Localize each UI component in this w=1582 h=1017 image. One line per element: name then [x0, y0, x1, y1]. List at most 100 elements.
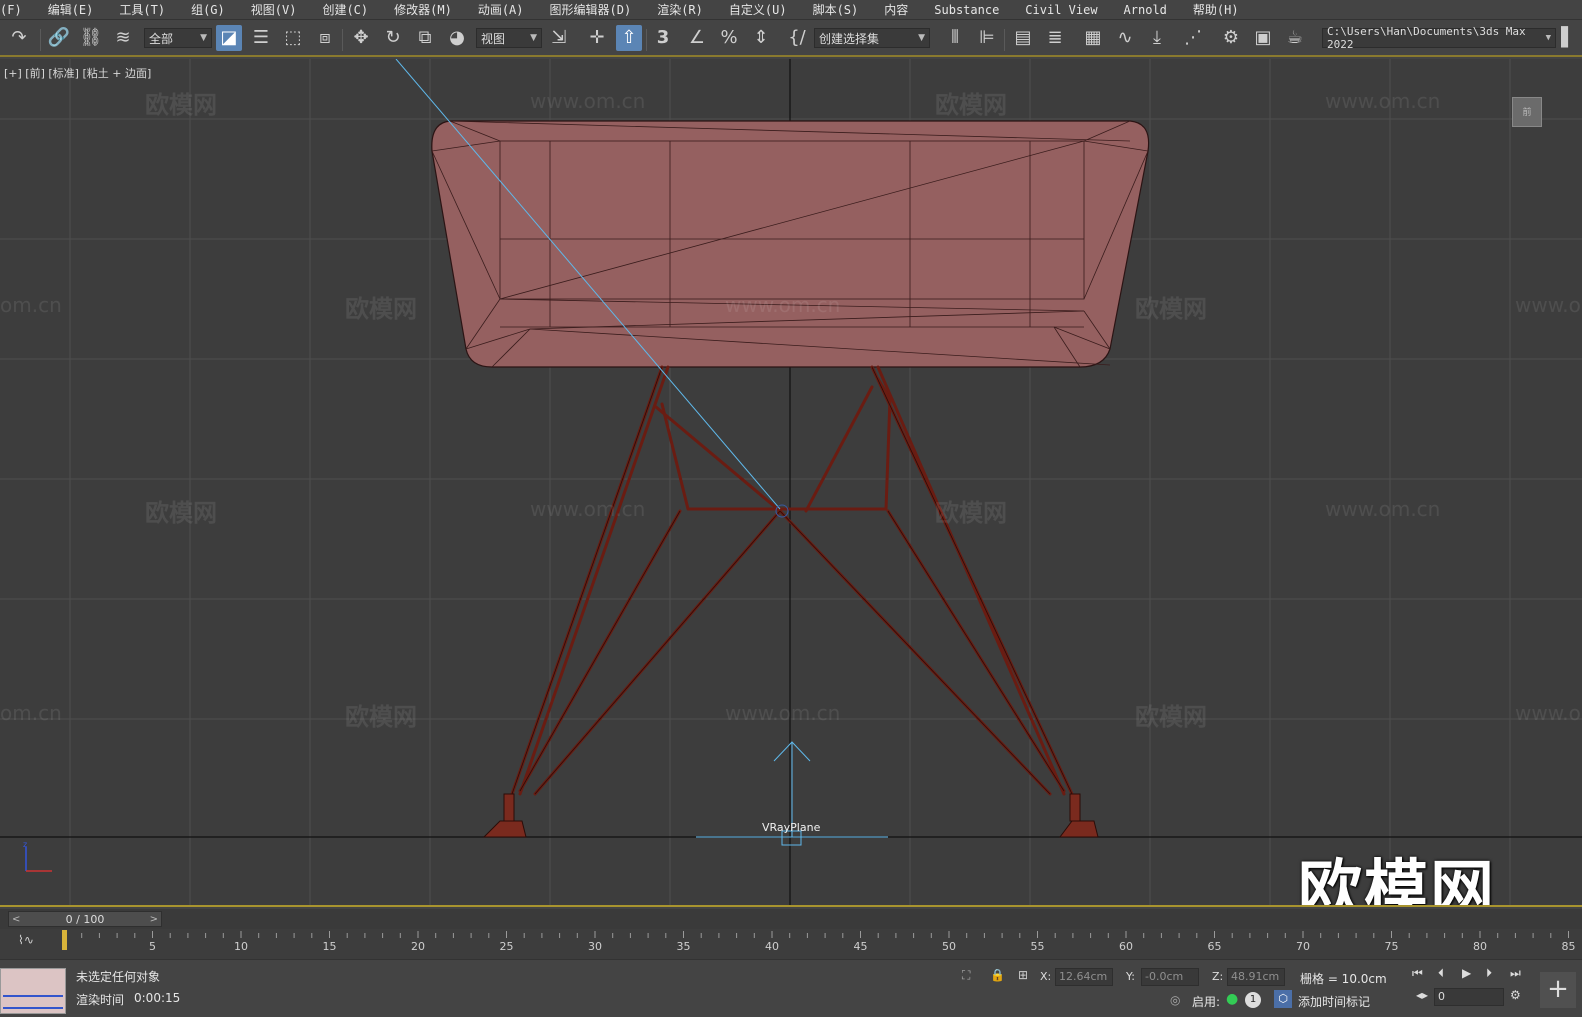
layers-icon[interactable]: ≣	[1042, 25, 1068, 51]
absolute-mode-icon[interactable]: ⊞	[1018, 968, 1028, 982]
next-frame-icon[interactable]: >	[150, 914, 158, 925]
schematic-view-icon[interactable]: ⋰	[1180, 25, 1206, 51]
menu-item[interactable]: 工具(T)	[106, 1, 178, 18]
toolbar-separator	[1004, 29, 1005, 51]
menu-item[interactable]: 内容	[871, 1, 921, 18]
project-path-dropdown[interactable]: C:\Users\Han\Documents\3ds Max 2022 ▼	[1322, 25, 1556, 51]
z-coordinate-field[interactable]: 48.91cm	[1227, 968, 1285, 986]
maxscript-mini-listener[interactable]	[0, 968, 66, 1014]
layer-explorer-icon[interactable]: ▤	[1010, 25, 1036, 51]
front-viewport[interactable]: z 欧模网 www.om.cn 欧模网 www.om.cn om.cn 欧模网 …	[0, 59, 1582, 907]
watermark-url: www.om.cn	[530, 89, 646, 113]
link-icon[interactable]: 🔗	[46, 25, 72, 51]
select-object-icon[interactable]: ◪	[216, 25, 242, 51]
menu-item[interactable]: 自定义(U)	[716, 1, 800, 18]
render-time-value: 0:00:15	[134, 991, 181, 1005]
time-slider[interactable]: < 0 / 100 >	[8, 911, 162, 927]
menu-item[interactable]: 修改器(M)	[381, 1, 465, 18]
play-icon[interactable]: ▶	[1462, 966, 1471, 980]
placement-icon[interactable]: ◕	[444, 25, 470, 51]
viewcube[interactable]: 前	[1512, 97, 1542, 127]
menu-item[interactable]: Civil View	[1012, 3, 1110, 17]
menu-item[interactable]: 动画(A)	[465, 1, 537, 18]
timeline-ticks: 5 10 15 20 25 30 35 40 45 50 55 60 65 70 75 80 85	[62, 930, 1576, 953]
menu-item[interactable]: 图形编辑器(D)	[537, 1, 645, 18]
spinner-snap-icon[interactable]: ⇕	[748, 25, 774, 51]
redo-icon[interactable]: ↷	[6, 25, 32, 51]
chevron-down-icon: ▼	[200, 33, 207, 43]
menu-item[interactable]: Arnold	[1111, 3, 1180, 17]
add-button[interactable]: +	[1540, 972, 1576, 1008]
timeline-tick-label: 15	[323, 940, 337, 953]
y-label: Y:	[1126, 970, 1135, 983]
time-tag-icon[interactable]: ⬡	[1274, 990, 1292, 1008]
timeline-tick-label: 30	[588, 940, 602, 953]
selection-filter-dropdown[interactable]: 全部 ▼	[144, 28, 212, 48]
window-crossing-icon[interactable]: ⧈	[312, 25, 338, 51]
menu-item[interactable]: Substance	[921, 3, 1012, 17]
isolate-selection-icon[interactable]: ⛶	[962, 968, 970, 983]
lock-icon[interactable]: 🔒	[990, 968, 1005, 982]
y-coordinate-field[interactable]: -0.0cm	[1141, 968, 1199, 986]
key-mode-icon[interactable]: ◂▸	[1416, 988, 1428, 1002]
previous-key-icon[interactable]: ⏴	[1438, 966, 1444, 981]
snaps-toggle-icon[interactable]: 3	[650, 25, 676, 51]
project-folder-icon[interactable]: ▌	[1558, 25, 1578, 51]
named-selection-dropdown[interactable]: 创建选择集 ▼	[814, 28, 930, 48]
watermark-url: om.cn	[0, 701, 62, 725]
next-key-icon[interactable]: ⏵	[1486, 966, 1492, 981]
rendered-frame-window-icon[interactable]: ▣	[1250, 25, 1276, 51]
curve-editor-icon[interactable]: ∿	[1112, 25, 1138, 51]
menu-item[interactable]: 渲染(R)	[644, 1, 716, 18]
select-by-name-icon[interactable]: ☰	[248, 25, 274, 51]
mirror-icon[interactable]: ⫴	[942, 25, 968, 51]
named-selection-value: 创建选择集	[819, 31, 880, 46]
render-setup-icon[interactable]: ⚙	[1218, 25, 1244, 51]
watermark-url: www.om.cn	[530, 497, 646, 521]
align-icon[interactable]: ⊫	[974, 25, 1000, 51]
timeline-tick-label: 60	[1119, 940, 1133, 953]
chevron-down-icon: ▼	[530, 33, 537, 43]
menu-item[interactable]: 创建(C)	[309, 1, 381, 18]
previous-frame-icon[interactable]: <	[12, 914, 20, 925]
unlink-icon[interactable]: ⛓	[78, 25, 104, 51]
chevron-down-icon: ▼	[918, 33, 925, 43]
watermark-brand: 欧模网	[345, 295, 417, 323]
angle-snap-icon[interactable]: ∠	[684, 25, 710, 51]
x-coordinate-field[interactable]: 12.64cm	[1055, 968, 1113, 986]
select-manipulate-icon[interactable]: ✛	[584, 25, 610, 51]
menu-item[interactable]: 视图(V)	[238, 1, 310, 18]
menu-item[interactable]: 编辑(E)	[35, 1, 107, 18]
time-configuration-icon[interactable]: ⚙	[1510, 988, 1521, 1002]
go-to-start-icon[interactable]: ⏮	[1412, 966, 1423, 981]
keyboard-shortcut-override-icon[interactable]: ⇧	[616, 25, 642, 51]
current-frame-field[interactable]: 0	[1434, 988, 1504, 1006]
menu-item[interactable]: 帮助(H)	[1180, 1, 1252, 18]
reference-coordinate-dropdown[interactable]: 视图 ▼	[476, 28, 542, 48]
dope-sheet-icon[interactable]: ⤓	[1144, 25, 1170, 51]
render-teapot-icon[interactable]: ☕	[1282, 25, 1308, 51]
rotate-icon[interactable]: ↻	[380, 25, 406, 51]
edit-named-selection-icon[interactable]: {/	[784, 25, 810, 51]
pivot-center-icon[interactable]: ⇲	[546, 25, 572, 51]
menu-item[interactable]: (F)	[0, 3, 35, 17]
timeline-tick-label: 10	[234, 940, 248, 953]
svg-text:z: z	[23, 840, 27, 849]
chair-wire-base	[510, 365, 1074, 796]
menu-item[interactable]: 脚本(S)	[800, 1, 872, 18]
go-to-end-icon[interactable]: ⏭	[1510, 966, 1521, 981]
bind-space-warp-icon[interactable]: ≋	[110, 25, 136, 51]
rectangular-selection-icon[interactable]: ⬚	[280, 25, 306, 51]
menu-item[interactable]: 组(G)	[178, 1, 238, 18]
adaptive-degradation-icon[interactable]: ◎	[1170, 993, 1180, 1007]
move-icon[interactable]: ✥	[348, 25, 374, 51]
add-time-tag[interactable]: 添加时间标记	[1298, 993, 1370, 1010]
percent-snap-icon[interactable]: %	[716, 25, 742, 51]
ribbon-toggle-icon[interactable]: ▦	[1080, 25, 1106, 51]
watermark-url: www.om.cn	[725, 293, 841, 317]
watermark-url: www.om.cn	[1325, 497, 1441, 521]
track-bar[interactable]: ⌇∿ 5 10 15 20 25 30 35 40 45 50 55 60 65 70 75 80 85	[0, 929, 1582, 959]
viewport-label[interactable]: [+] [前] [标准] [粘土 + 边面]	[4, 65, 151, 81]
timeline-tick-label: 80	[1473, 940, 1487, 953]
scale-icon[interactable]: ⧉	[412, 25, 438, 51]
